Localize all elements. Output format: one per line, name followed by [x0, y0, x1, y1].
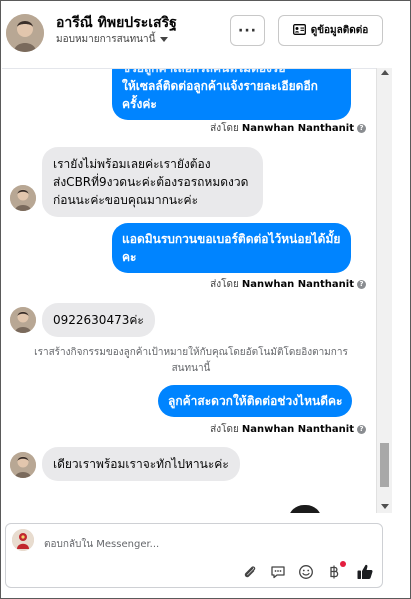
contact-avatar-small	[10, 307, 36, 333]
message-line: 0922630473ค่ะ	[53, 313, 144, 327]
sent-by-label: ส่งโดย Nanwhan Nanthanit ?	[210, 121, 366, 136]
paperclip-icon	[244, 566, 256, 578]
help-icon[interactable]: ?	[357, 280, 366, 289]
system-notice-line: สนทนานี้	[171, 363, 211, 374]
scroll-down-arrow-icon[interactable]	[381, 504, 389, 509]
more-options-button[interactable]: ···	[230, 15, 265, 46]
view-contact-info-label: ดูข้อมูลติดต่อ	[310, 25, 369, 36]
more-options-label: ···	[238, 22, 257, 39]
caret-down-icon	[160, 37, 169, 42]
reply-composer	[5, 523, 383, 588]
smiley-icon	[299, 565, 313, 579]
help-icon[interactable]: ?	[357, 425, 366, 434]
reply-input[interactable]	[44, 536, 344, 552]
assign-conversation-dropdown[interactable]: มอบหมายการสนทนานี้	[56, 32, 169, 47]
outgoing-message[interactable]: ลูกค้าสะดวกให้ติดต่อช่วงไหนดีคะ	[158, 385, 353, 417]
sent-by-label: ส่งโดย Nanwhan Nanthanit ?	[210, 277, 366, 292]
outgoing-message[interactable]: ช่วยลูกค้าเลือกรถคันที่ไม่ต้องรอ ให้เซลล…	[112, 68, 351, 120]
sent-by-prefix: ส่งโดย	[210, 279, 239, 290]
thumbs-up-icon	[357, 564, 373, 579]
message-line: ครั้งค่ะ	[122, 97, 157, 111]
system-notice-line: เราสร้างกิจกรรมของลูกค้าเป้าหมายให้กับคุ…	[34, 347, 348, 358]
message-line: ส่งCBRที่9งวดนะค่ะต้องรอรถหมดงวด	[53, 175, 249, 189]
message-line: ลูกค้าสะดวกให้ติดต่อช่วงไหนดีคะ	[168, 394, 343, 408]
message-line: คะ	[122, 250, 137, 264]
baht-icon	[330, 565, 339, 579]
notification-dot	[340, 561, 346, 567]
conversation-header: อารีณี ทิพยประเสริฐ มอบหมายการสนทนานี้ ·…	[1, 1, 410, 67]
payment-button[interactable]	[324, 561, 346, 582]
outgoing-message[interactable]: แอดมินรบกวนขอเบอร์ติดต่อไว้หน่อยได้มั้ย …	[112, 223, 351, 273]
message-line: ก่อนนะค่ะขอบคุณมากนะค่ะ	[53, 193, 199, 207]
help-icon[interactable]: ?	[357, 124, 366, 133]
contact-name: อารีณี ทิพยประเสริฐ	[56, 15, 177, 31]
emoji-button[interactable]	[296, 562, 316, 582]
sent-by-prefix: ส่งโดย	[210, 123, 239, 134]
scroll-to-bottom-button[interactable]	[288, 505, 322, 513]
scrollbar-thumb[interactable]	[380, 443, 389, 487]
message-line: เรายังไม่พร้อมเลยค่ะเรายังต้อง	[53, 157, 211, 171]
sent-by-label: ส่งโดย Nanwhan Nanthanit ?	[210, 422, 366, 437]
message-thread[interactable]: ช่วยลูกค้าเลือกรถคันที่ไม่ต้องรอ ให้เซลล…	[2, 68, 392, 513]
message-line: เดียวเราพร้อมเราจะทักไปหานะค่ะ	[53, 457, 229, 471]
contact-card-icon	[292, 23, 306, 38]
send-like-button[interactable]	[354, 562, 376, 582]
speech-bubble-icon	[271, 566, 285, 579]
incoming-message[interactable]: 0922630473ค่ะ	[42, 303, 155, 337]
incoming-message[interactable]: เรายังไม่พร้อมเลยค่ะเรายังต้อง ส่งCBRที่…	[42, 147, 263, 217]
thread-scrollbar[interactable]	[376, 68, 392, 513]
scroll-up-arrow-icon[interactable]	[381, 70, 389, 75]
conversation-panel: อารีณี ทิพยประเสริฐ มอบหมายการสนทนานี้ ·…	[0, 0, 411, 599]
assign-conversation-label: มอบหมายการสนทนานี้	[56, 34, 156, 45]
saved-replies-button[interactable]	[268, 562, 288, 582]
sender-name: Nanwhan Nanthanit	[241, 424, 354, 435]
sender-name: Nanwhan Nanthanit	[241, 279, 354, 290]
contact-avatar[interactable]	[6, 14, 44, 52]
sent-by-prefix: ส่งโดย	[210, 424, 239, 435]
message-line: ให้เซลล์ติดต่อลูกค้าแจ้งรายละเอียดอีก	[122, 79, 318, 93]
system-notice: เราสร้างกิจกรรมของลูกค้าเป้าหมายให้กับคุ…	[10, 345, 372, 377]
incoming-message[interactable]: เดียวเราพร้อมเราจะทักไปหานะค่ะ	[42, 447, 240, 481]
message-line: แอดมินรบกวนขอเบอร์ติดต่อไว้หน่อยได้มั้ย	[122, 232, 341, 246]
contact-avatar-small	[10, 185, 36, 211]
view-contact-info-button[interactable]: ดูข้อมูลติดต่อ	[278, 15, 383, 46]
page-avatar	[12, 529, 34, 551]
attach-file-button[interactable]	[240, 562, 260, 582]
contact-avatar-small	[10, 452, 36, 478]
sender-name: Nanwhan Nanthanit	[241, 123, 354, 134]
message-line: ช่วยลูกค้าเลือกรถคันที่ไม่ต้องรอ	[122, 68, 286, 75]
